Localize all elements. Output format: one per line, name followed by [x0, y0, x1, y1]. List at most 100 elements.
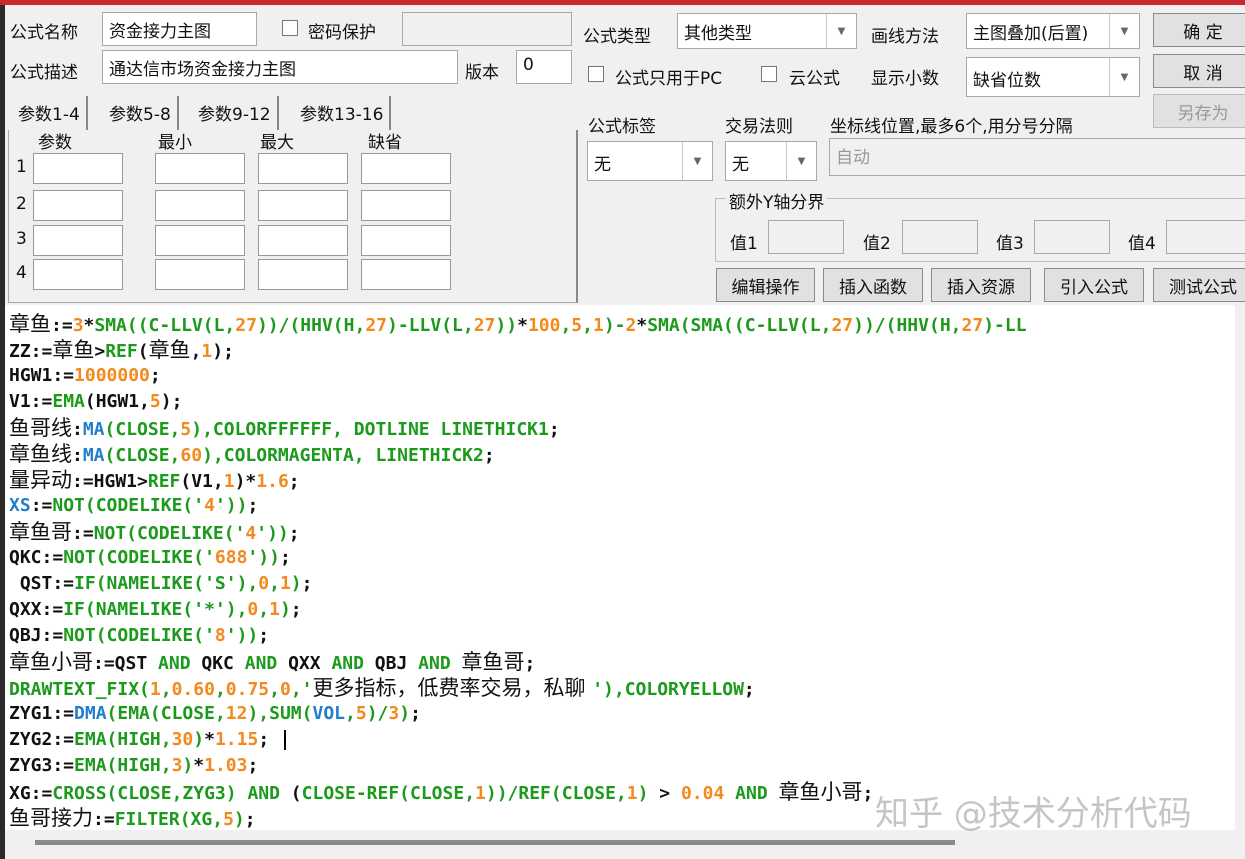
- code-line: ZYG2:=EMA(HIGH,30)*1.15;: [9, 727, 1235, 753]
- code-token: 章鱼小哥: [9, 650, 93, 674]
- param-cell-min[interactable]: [155, 259, 245, 290]
- code-token: ))/(HHV(H,: [853, 315, 962, 336]
- code-token: 27: [831, 315, 854, 336]
- code-token: HGW1:=: [9, 365, 75, 386]
- pc-only-checkbox[interactable]: [588, 66, 604, 82]
- code-token: 688: [214, 547, 248, 568]
- code-token: ): [399, 703, 411, 724]
- code-token: VOL: [312, 703, 345, 724]
- code-line: QXX:=IF(NAMELIKE('*'),0,1);: [9, 597, 1235, 623]
- code-token: )-LLV(L,: [387, 315, 474, 336]
- param-cell-max[interactable]: [258, 153, 348, 184]
- code-line: ZYG1:=DMA(EMA(CLOSE,12),SUM(VOL,5)/3);: [9, 701, 1235, 727]
- code-token: 5: [571, 315, 583, 336]
- horizontal-scrollbar-thumb[interactable]: [35, 840, 955, 845]
- code-editor[interactable]: 章鱼:=3*SMA((C-LLV(L,27))/(HHV(H,27)-LLV(L…: [5, 305, 1235, 830]
- decimals-value: 缺省位数: [973, 71, 1041, 91]
- test-formula-button[interactable]: 测试公式: [1153, 268, 1245, 302]
- code-token: )-LL: [983, 315, 1027, 336]
- formula-type-select[interactable]: 其他类型 ▼: [677, 13, 857, 49]
- code-token: (EMA(CLOSE,: [106, 703, 226, 724]
- param-cell-default[interactable]: [361, 259, 451, 290]
- param-cell-name[interactable]: [33, 153, 123, 184]
- password-checkbox[interactable]: [282, 20, 298, 36]
- code-token: 100: [527, 315, 561, 336]
- y-value-1-input[interactable]: [768, 220, 844, 254]
- param-cell-default[interactable]: [361, 190, 451, 221]
- param-cell-name[interactable]: [33, 259, 123, 290]
- code-token: 0: [247, 599, 259, 620]
- tab-params-9-12[interactable]: 参数9-12: [192, 96, 279, 130]
- param-cell-min[interactable]: [155, 225, 245, 256]
- ok-button[interactable]: 确 定: [1153, 13, 1245, 47]
- param-cell-max[interactable]: [258, 259, 348, 290]
- trade-rule-select[interactable]: 无 ▼: [725, 141, 817, 181]
- param-cell-max[interactable]: [258, 225, 348, 256]
- code-token: CLOSE-REF(CLOSE,: [301, 783, 476, 804]
- code-token: );: [160, 391, 183, 412]
- code-token: 1.6: [256, 471, 289, 492]
- code-token: );: [212, 341, 234, 362]
- code-token: 章鱼哥: [9, 520, 72, 544]
- code-token: 更多指标，低费率交易，私聊: [312, 676, 593, 700]
- code-token: 5: [355, 703, 367, 724]
- tab-params-13-16[interactable]: 参数13-16: [294, 96, 392, 130]
- y-value-label: 值2: [863, 234, 891, 254]
- insert-resource-button[interactable]: 插入资源: [931, 268, 1031, 302]
- save-as-button[interactable]: 另存为: [1153, 94, 1245, 128]
- chevron-down-icon: ▼: [682, 142, 712, 180]
- cancel-button[interactable]: 取 消: [1153, 54, 1245, 88]
- code-token: ZYG2:=: [9, 729, 75, 750]
- code-token: 1000000: [74, 365, 150, 386]
- code-token: ))/REF(CLOSE,: [485, 783, 627, 804]
- formula-tag-select[interactable]: 无 ▼: [587, 141, 713, 181]
- axis-lines-input[interactable]: 自动: [829, 138, 1245, 176]
- code-token: ),COLORFFFFFF, DOTLINE LINETHICK1: [191, 419, 549, 440]
- code-token: ): [193, 729, 205, 750]
- code-token: 5: [223, 809, 234, 830]
- code-token: ,: [160, 679, 172, 700]
- edit-ops-button[interactable]: 编辑操作: [716, 268, 815, 302]
- cloud-formula-checkbox[interactable]: [761, 66, 777, 82]
- code-token: ;: [247, 495, 259, 516]
- tab-params-5-8[interactable]: 参数5-8: [103, 96, 179, 130]
- extra-y-axis-label: 额外Y轴分界: [726, 188, 828, 213]
- code-line: V1:=EMA(HGW1,5);: [9, 389, 1235, 415]
- password-input[interactable]: [402, 12, 572, 46]
- code-token: (: [279, 783, 302, 804]
- code-token: 60: [180, 445, 203, 466]
- formula-desc-input[interactable]: 通达信市场资金接力主图: [102, 50, 458, 84]
- formula-name-input[interactable]: 资金接力主图: [102, 12, 257, 46]
- code-token: V1:=: [9, 391, 53, 412]
- param-cell-name[interactable]: [33, 190, 123, 221]
- chevron-down-icon: ▼: [786, 142, 816, 180]
- code-token: QXX:=: [9, 599, 64, 620]
- decimals-select[interactable]: 缺省位数 ▼: [966, 57, 1140, 97]
- version-input[interactable]: 0: [516, 50, 572, 84]
- code-token: 1: [592, 315, 604, 336]
- y-value-3-input[interactable]: [1034, 220, 1110, 254]
- param-cell-max[interactable]: [258, 190, 348, 221]
- draw-method-select[interactable]: 主图叠加(后置) ▼: [966, 13, 1140, 49]
- param-cell-name[interactable]: [33, 225, 123, 256]
- param-header: 最小: [158, 133, 192, 153]
- import-formula-button[interactable]: 引入公式: [1044, 268, 1144, 302]
- param-cell-default[interactable]: [361, 153, 451, 184]
- code-line: 章鱼小哥:=QST AND QKC AND QXX AND QBJ AND 章鱼…: [9, 649, 1235, 675]
- param-cell-min[interactable]: [155, 190, 245, 221]
- tab-params-1-4[interactable]: 参数1-4: [12, 96, 88, 130]
- y-value-4-input[interactable]: [1166, 220, 1245, 254]
- code-token: 27: [473, 315, 496, 336]
- insert-function-button[interactable]: 插入函数: [823, 268, 923, 302]
- code-token: XS: [9, 495, 31, 516]
- code-token: QKC: [190, 653, 245, 674]
- vertical-scrollbar[interactable]: [1235, 305, 1245, 830]
- param-cell-min[interactable]: [155, 153, 245, 184]
- code-token: 1: [279, 573, 291, 594]
- code-token: *: [193, 755, 205, 776]
- code-token: NOT(CODELIKE(': [52, 495, 205, 516]
- y-value-2-input[interactable]: [902, 220, 978, 254]
- param-cell-default[interactable]: [361, 225, 451, 256]
- chevron-down-icon: ▼: [1109, 58, 1139, 96]
